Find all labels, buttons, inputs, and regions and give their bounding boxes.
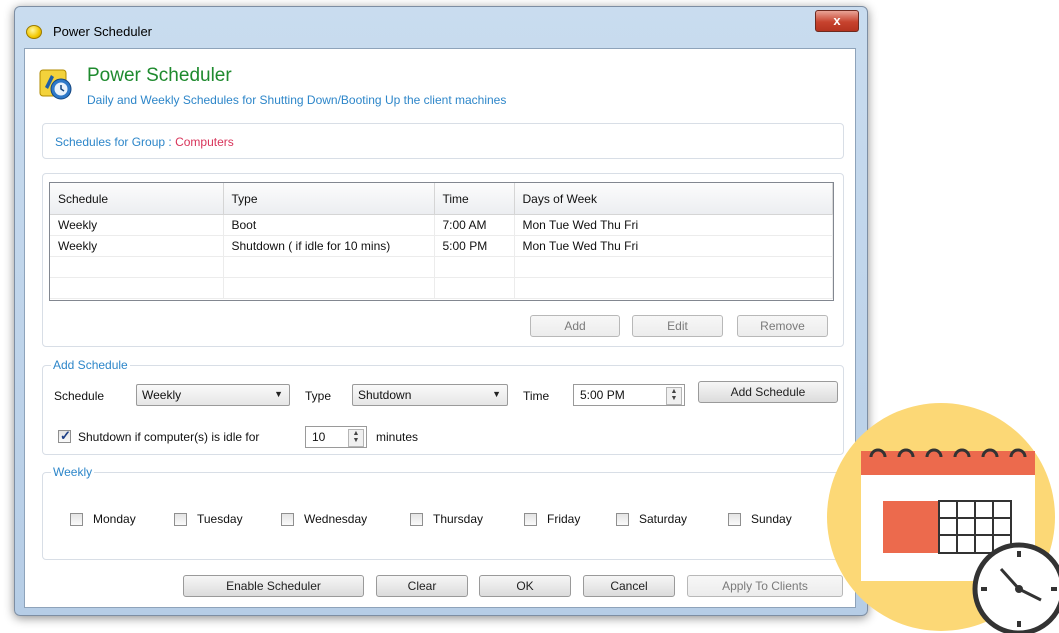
chevron-down-icon: ▼ bbox=[492, 389, 501, 399]
group-value: Computers bbox=[175, 135, 234, 149]
time-picker-value: 5:00 PM bbox=[580, 388, 625, 402]
day-checkbox[interactable] bbox=[174, 513, 187, 526]
spin-arrows-icon[interactable]: ▲ ▼ bbox=[666, 387, 682, 405]
table-cell: Weekly bbox=[50, 214, 224, 236]
remove-button[interactable]: Remove bbox=[737, 315, 828, 337]
schedule-select-value: Weekly bbox=[142, 388, 182, 402]
close-button[interactable]: x bbox=[815, 10, 859, 32]
day-label: Tuesday bbox=[197, 512, 243, 526]
table-row-empty bbox=[50, 256, 833, 278]
idle-shutdown-label: Shutdown if computer(s) is idle for bbox=[78, 430, 260, 444]
day-checkbox[interactable] bbox=[410, 513, 423, 526]
column-header-schedule[interactable]: Schedule bbox=[50, 183, 224, 215]
table-cell: 5:00 PM bbox=[434, 235, 515, 257]
spin-arrows-icon[interactable]: ▲ ▼ bbox=[348, 429, 364, 447]
schedule-select[interactable]: Weekly ▼ bbox=[136, 384, 290, 406]
edit-button[interactable]: Edit bbox=[632, 315, 723, 337]
table-cell: Weekly bbox=[50, 235, 224, 257]
type-label: Type bbox=[305, 389, 332, 403]
day-checkbox[interactable] bbox=[70, 513, 83, 526]
day-label: Sunday bbox=[751, 512, 792, 526]
add-schedule-button[interactable]: Add Schedule bbox=[698, 381, 838, 403]
enable-scheduler-button[interactable]: Enable Scheduler bbox=[183, 575, 364, 597]
type-select[interactable]: Shutdown ▼ bbox=[352, 384, 508, 406]
day-checkbox[interactable] bbox=[281, 513, 294, 526]
day-checkbox[interactable] bbox=[616, 513, 629, 526]
window-title: Power Scheduler bbox=[53, 24, 152, 39]
day-checkbox[interactable] bbox=[728, 513, 741, 526]
day-label: Friday bbox=[547, 512, 581, 526]
idle-shutdown-checkbox[interactable] bbox=[58, 428, 71, 444]
idle-minutes-value: 10 bbox=[312, 430, 326, 444]
table-row[interactable]: Weekly Boot 7:00 AM Mon Tue Wed Thu Fri bbox=[50, 214, 833, 236]
time-label: Time bbox=[523, 389, 550, 403]
schedule-table[interactable]: Schedule Type Time Days of Week Weekly B… bbox=[49, 182, 834, 301]
table-cell: Mon Tue Wed Thu Fri bbox=[514, 235, 833, 257]
app-subtitle: Daily and Weekly Schedules for Shutting … bbox=[87, 93, 507, 107]
calendar-clock-icon bbox=[827, 403, 1059, 633]
day-checkbox[interactable] bbox=[524, 513, 537, 526]
apply-to-clients-button[interactable]: Apply To Clients bbox=[687, 575, 843, 597]
group-label: Schedules for Group : Computers bbox=[55, 135, 234, 149]
chevron-down-icon: ▼ bbox=[274, 389, 283, 399]
table-row-empty bbox=[50, 277, 833, 299]
group-label-text: Schedules for Group : bbox=[55, 135, 172, 149]
clear-button[interactable]: Clear bbox=[376, 575, 468, 597]
column-header-time[interactable]: Time bbox=[434, 183, 515, 215]
yellow-orb-icon bbox=[26, 25, 42, 39]
power-scheduler-app-icon bbox=[39, 69, 72, 100]
add-button[interactable]: Add bbox=[530, 315, 620, 337]
day-label: Wednesday bbox=[304, 512, 368, 526]
day-label: Monday bbox=[93, 512, 136, 526]
weekly-legend: Weekly bbox=[51, 465, 95, 479]
power-scheduler-window: Power Scheduler x Power Scheduler Daily … bbox=[14, 6, 868, 616]
day-label: Thursday bbox=[433, 512, 484, 526]
time-picker[interactable]: 5:00 PM ▲ ▼ bbox=[573, 384, 685, 406]
ok-button[interactable]: OK bbox=[479, 575, 571, 597]
idle-minutes-unit: minutes bbox=[376, 430, 419, 444]
app-title: Power Scheduler bbox=[87, 65, 232, 86]
table-row[interactable]: Weekly Shutdown ( if idle for 10 mins) 5… bbox=[50, 235, 833, 257]
add-schedule-legend: Add Schedule bbox=[51, 358, 130, 372]
table-cell: 7:00 AM bbox=[434, 214, 515, 236]
day-label: Saturday bbox=[639, 512, 688, 526]
column-header-type[interactable]: Type bbox=[223, 183, 435, 215]
table-cell: Boot bbox=[223, 214, 435, 236]
type-select-value: Shutdown bbox=[358, 388, 412, 402]
title-bar[interactable]: Power Scheduler x bbox=[15, 7, 867, 47]
idle-minutes-stepper[interactable]: 10 ▲ ▼ bbox=[305, 426, 367, 448]
schedule-list-box: Schedule Type Time Days of Week Weekly B… bbox=[42, 173, 844, 347]
schedule-label: Schedule bbox=[54, 389, 105, 403]
column-header-days[interactable]: Days of Week bbox=[514, 183, 833, 215]
group-box: Schedules for Group : Computers bbox=[42, 123, 844, 159]
dialog-body: Power Scheduler Daily and Weekly Schedul… bbox=[24, 48, 856, 608]
table-cell: Mon Tue Wed Thu Fri bbox=[514, 214, 833, 236]
table-header-row: Schedule Type Time Days of Week bbox=[50, 183, 833, 215]
table-cell: Shutdown ( if idle for 10 mins) bbox=[223, 235, 435, 257]
cancel-button[interactable]: Cancel bbox=[583, 575, 675, 597]
